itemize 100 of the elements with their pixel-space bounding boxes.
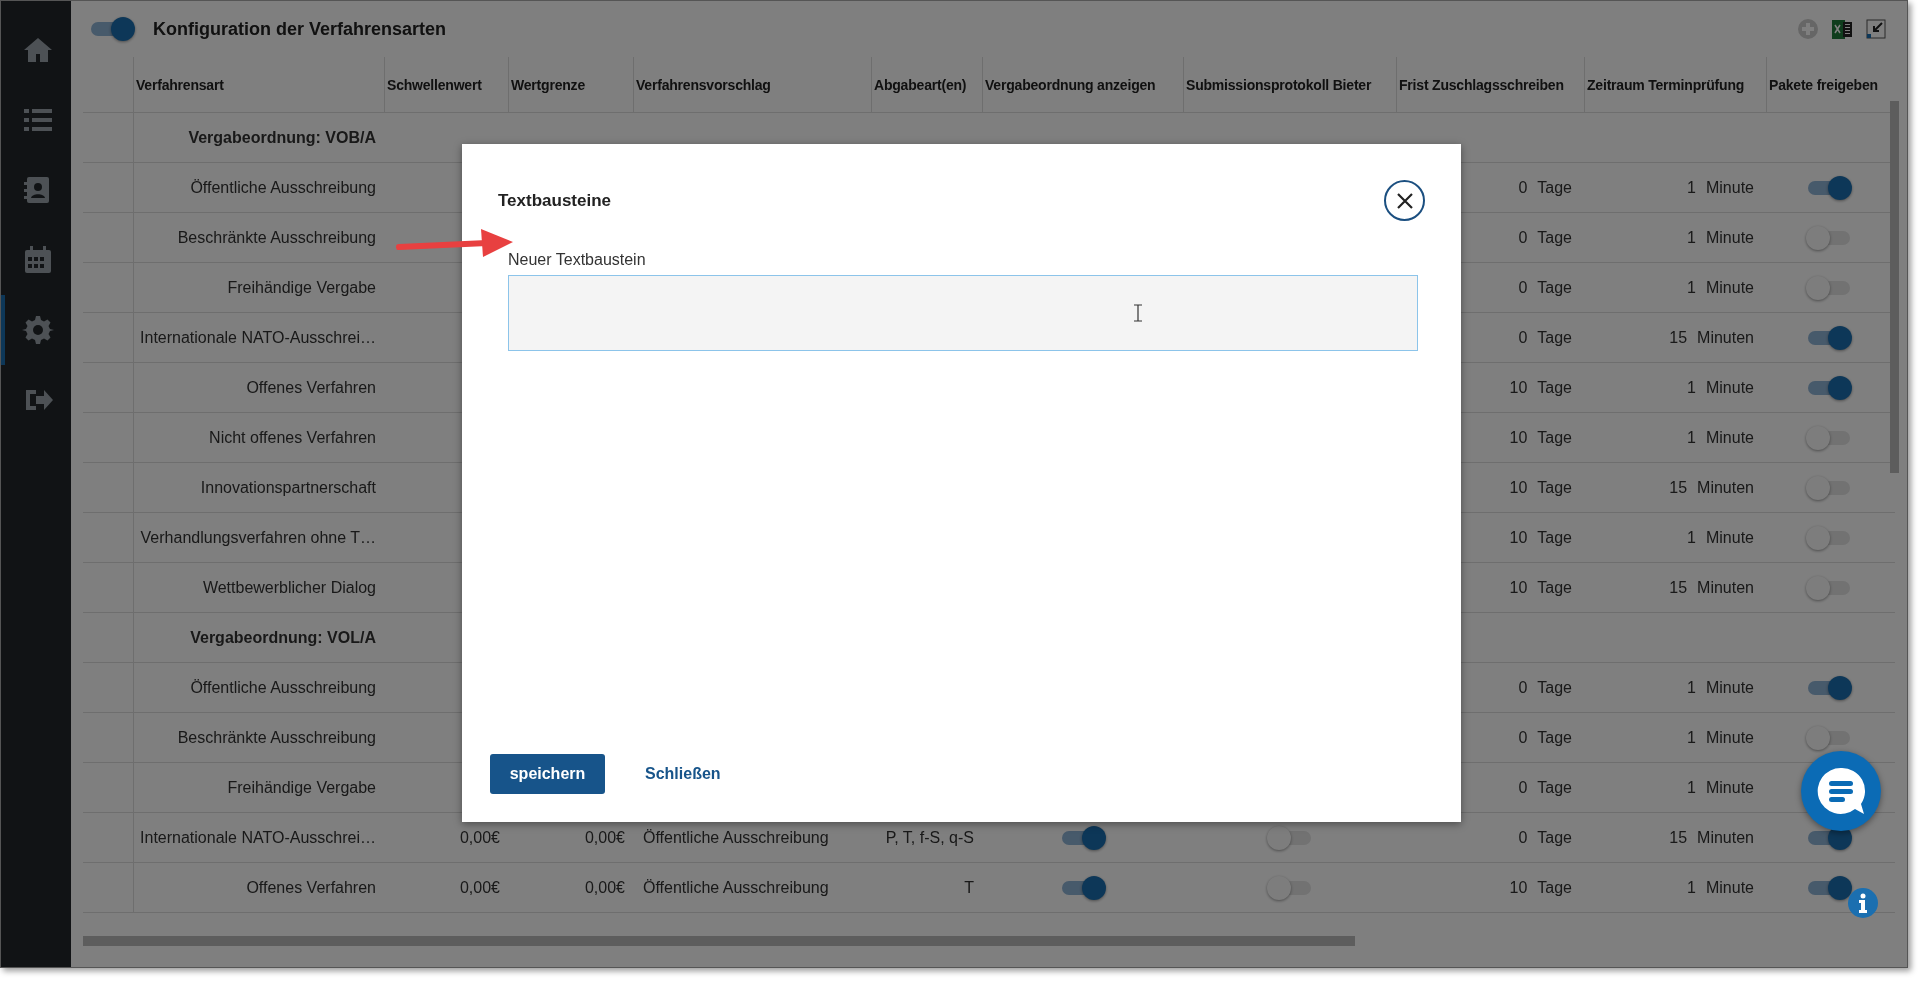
table-cell: 10 [1509,428,1528,447]
unit-label: Tage [1537,228,1572,247]
toggle-switch[interactable] [1805,275,1852,300]
text-input-field[interactable] [508,275,1418,351]
table-cell-text: Freihändige Vergabe [226,277,377,298]
table-cell-text: Öffentliche Ausschreibung [642,877,830,898]
table-cell-text: Vergabeordnung: VOL/A [189,627,377,648]
table-cell: 10 [1509,478,1528,497]
dialog-title: Textbausteine [498,190,612,211]
unit-label: Minute [1705,728,1754,747]
column-header: Wertgrenze [508,57,633,112]
close-button[interactable] [1384,180,1425,221]
table-cell: 0 [1518,178,1528,197]
table-cell: 0 [1518,678,1528,697]
unit-label: Minute [1705,528,1754,547]
info-button[interactable] [1847,887,1879,919]
add-icon[interactable] [1797,18,1819,40]
unit-label: Minute [1705,378,1754,397]
table-cell-text: 0,00€ [458,827,501,848]
toggle-switch[interactable] [1266,825,1313,850]
toggle-switch[interactable] [1805,575,1852,600]
column-header: Verfahrensvorschlag [633,57,871,112]
spreadsheet-icon[interactable] [1831,18,1853,40]
table-cell-text: T [963,877,975,898]
table-cell-text: Offenes Verfahren [245,877,377,898]
table-cell-text: Freihändige Vergabe [226,777,377,798]
unit-label: Tage [1537,728,1572,747]
table-cell-text: Innovationspartnerschaft [199,477,377,498]
unit-label: Tage [1537,278,1572,297]
table-cell: 10 [1509,378,1528,397]
toggle-switch[interactable] [1805,525,1852,550]
unit-label: Minuten [1697,828,1754,847]
unit-label: Minuten [1697,578,1754,597]
table-cell-text: Wettbewerblicher Dialog [201,577,377,598]
table-cell: 10 [1509,878,1528,897]
unit-label: Minute [1705,878,1754,897]
table-cell-text: Öffentliche Ausschreibung [642,827,830,848]
table-cell-text: Beschränkte Ausschreibung [176,227,377,248]
save-button[interactable]: speichern [490,754,605,794]
table-cell: 0 [1518,228,1528,247]
toggle-switch[interactable] [1805,425,1852,450]
unit-label: Minute [1705,778,1754,797]
unit-label: Minute [1705,678,1754,697]
table-cell-text: Offenes Verfahren [245,377,377,398]
unit-label: Minuten [1697,328,1754,347]
unit-label: Tage [1537,328,1572,347]
unit-label: Minute [1705,178,1754,197]
table-cell: 1 [1687,878,1696,897]
table-cell: 1 [1687,428,1696,447]
info-icon [1847,887,1879,919]
table-cell: 10 [1509,578,1528,597]
page-title: Konfiguration der Verfahrensarten [153,18,447,40]
table-cell-text: Internationale NATO-Ausschrei… [139,827,377,848]
table-cell: 1 [1687,778,1696,797]
resize-icon[interactable] [1865,18,1887,40]
toggle-switch[interactable] [1805,475,1852,500]
table-cell-text: P, T, f-S, q-S [884,827,975,848]
column-header: Zeitraum Terminprüfung [1584,57,1766,112]
unit-label: Tage [1537,828,1572,847]
vertical-scrollbar[interactable] [1890,101,1899,473]
table-cell: 1 [1687,728,1696,747]
table-cell: 1 [1687,278,1696,297]
settings-icon [22,314,54,346]
unit-label: Minute [1705,278,1754,297]
table-cell: 15 [1669,828,1688,847]
toggle-switch[interactable] [89,17,135,41]
unit-label: Tage [1537,178,1572,197]
unit-label: Minuten [1697,478,1754,497]
table-cell: 0 [1518,278,1528,297]
table-cell-text: Vergabeordnung: VOB/A [187,127,377,148]
table-cell-text: 0,00€ [583,827,626,848]
text-cursor-icon [1133,304,1143,322]
toggle-switch[interactable] [1805,725,1852,750]
field-label: Neuer Textbaustein [508,251,646,269]
toggle-switch[interactable] [1805,225,1852,250]
table-cell: 15 [1669,578,1688,597]
unit-label: Tage [1537,678,1572,697]
table-cell: 0 [1518,828,1528,847]
close-icon [1395,191,1414,210]
unit-label: Tage [1537,578,1572,597]
table-cell: 0 [1518,328,1528,347]
table-cell: 1 [1687,528,1696,547]
column-header: Vergabeordnung anzeigen [982,57,1183,112]
column-header: Schwellenwert [384,57,508,112]
table-cell: 0 [1518,778,1528,797]
unit-label: Tage [1537,528,1572,547]
horizontal-scrollbar[interactable] [83,936,1355,946]
table-cell: 1 [1687,678,1696,697]
table-cell: 10 [1509,528,1528,547]
column-header: Submissionsprotokoll Bieter [1183,57,1396,112]
table-cell: 0 [1518,728,1528,747]
table-cell-text: Internationale NATO-Ausschrei… [139,327,377,348]
toggle-switch[interactable] [1266,875,1313,900]
chat-button[interactable] [1801,751,1881,831]
table-cell: 15 [1669,478,1688,497]
close-link[interactable]: Schließen [645,765,721,783]
unit-label: Tage [1537,378,1572,397]
column-header: Abgabeart(en) [871,57,982,112]
table-cell-text: 0,00€ [583,877,626,898]
table-cell-text: Öffentliche Ausschreibung [189,677,377,698]
